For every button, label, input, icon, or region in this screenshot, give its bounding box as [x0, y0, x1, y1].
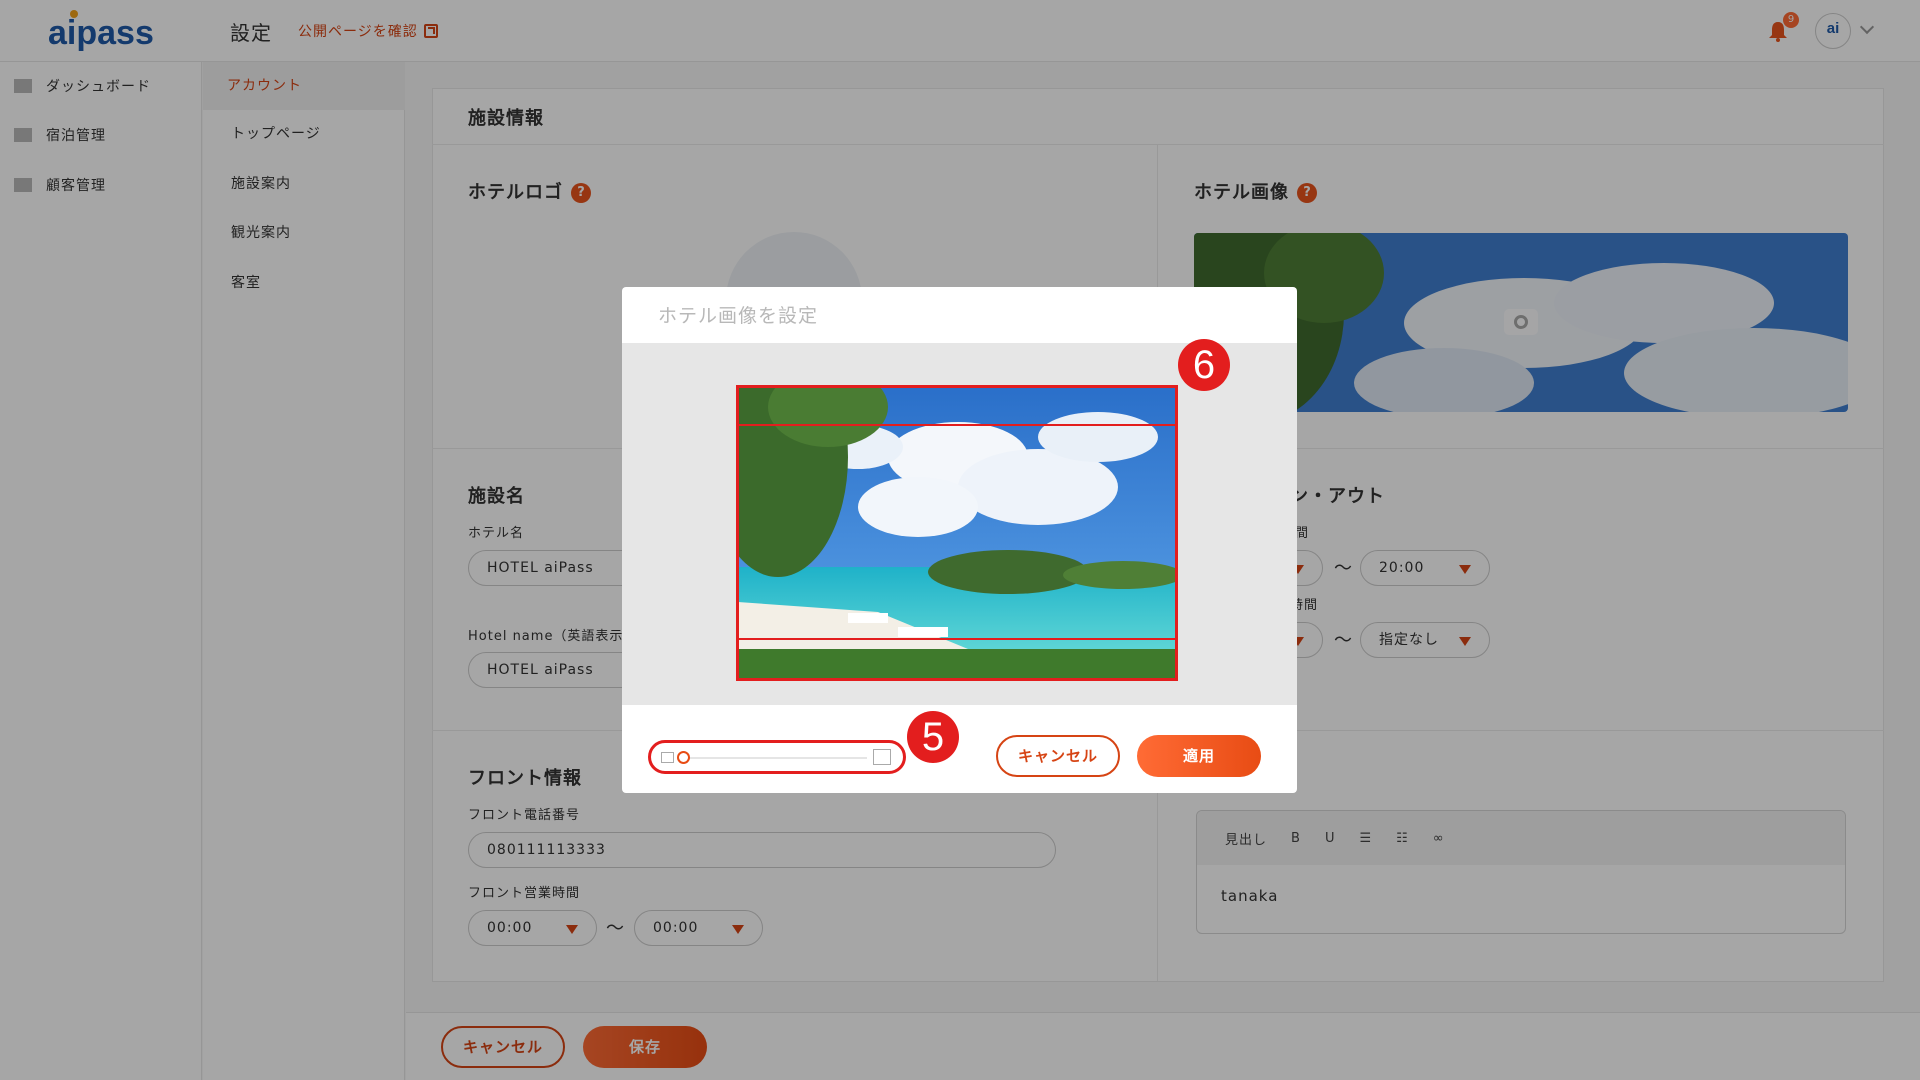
large-image-icon [873, 749, 891, 765]
modal-cancel-button[interactable]: キャンセル [996, 735, 1120, 777]
annotation-marker-5: 5 [907, 711, 959, 763]
crop-selection-frame[interactable] [736, 385, 1178, 681]
zoom-track[interactable] [685, 757, 867, 759]
modal-apply-button[interactable]: 適用 [1137, 735, 1261, 777]
crop-canvas [622, 343, 1297, 705]
zoom-slider[interactable] [648, 740, 906, 774]
crop-guide-bottom[interactable] [739, 638, 1175, 640]
crop-guide-top[interactable] [739, 424, 1175, 426]
modal-title: ホテル画像を設定 [658, 305, 819, 327]
annotation-marker-6: 6 [1178, 339, 1230, 391]
small-image-icon [661, 752, 674, 763]
zoom-handle[interactable] [677, 751, 690, 764]
